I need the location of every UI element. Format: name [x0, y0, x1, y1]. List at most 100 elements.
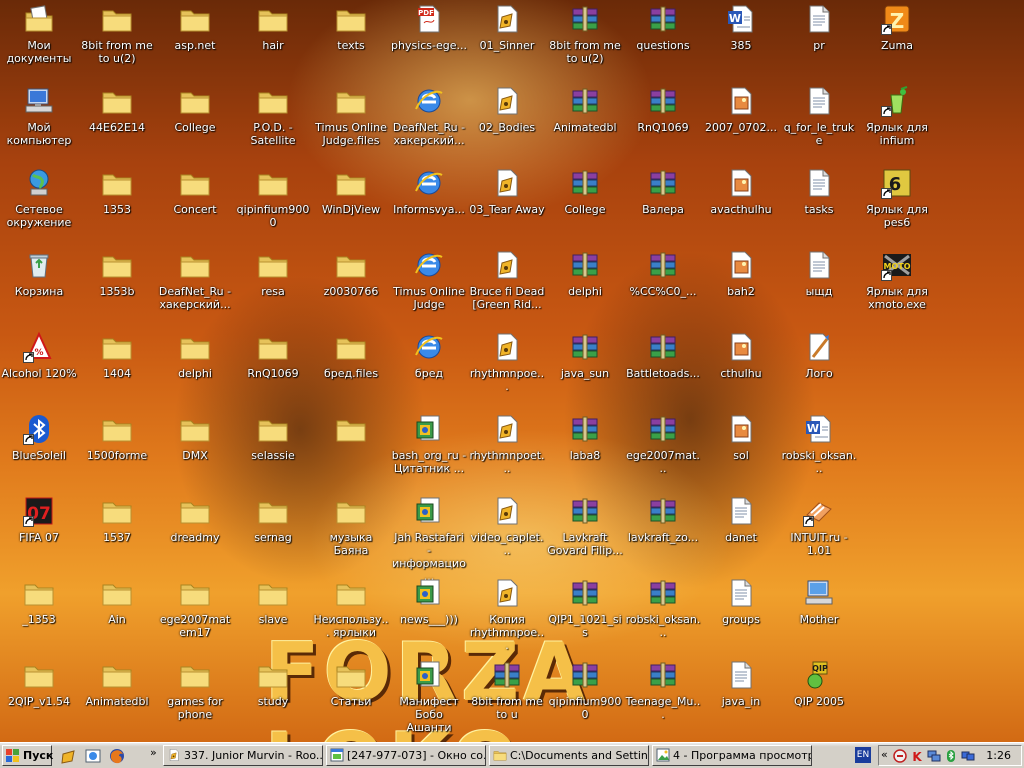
- desktop-icon[interactable]: Battletoads...: [624, 329, 702, 409]
- ie-quick-icon[interactable]: [84, 747, 102, 765]
- task-button[interactable]: C:\Documents and Settin...: [489, 745, 649, 766]
- desktop-icon[interactable]: _1353: [0, 575, 78, 655]
- desktop-icon[interactable]: Teenage_Mu...: [624, 657, 702, 737]
- desktop-icon[interactable]: dreadmy: [156, 493, 234, 573]
- desktop-icon[interactable]: Манифест Бобо Ашанти: [390, 657, 468, 737]
- desktop-icon[interactable]: 8bit from me to u(2): [546, 1, 624, 81]
- desktop-icon[interactable]: Мои документы: [0, 1, 78, 81]
- task-button[interactable]: [247-977-073] - Окно со...: [326, 745, 486, 766]
- desktop-icon[interactable]: robski_oksan...: [624, 575, 702, 655]
- desktop-icon[interactable]: Z Zuma: [858, 1, 936, 81]
- desktop-icon[interactable]: 02_Bodies: [468, 83, 546, 163]
- desktop-icon[interactable]: Лого: [780, 329, 858, 409]
- desktop-icon[interactable]: qipinfium9000: [546, 657, 624, 737]
- desktop-icon[interactable]: %CC%C0_...: [624, 247, 702, 327]
- desktop-icon[interactable]: 1404: [78, 329, 156, 409]
- desktop-icon[interactable]: selassie: [234, 411, 312, 491]
- desktop-icon[interactable]: video_caplet...: [468, 493, 546, 573]
- desktop-icon[interactable]: W 385: [702, 1, 780, 81]
- desktop-icon[interactable]: bash_org_ru - Цитатник ...: [390, 411, 468, 491]
- desktop-icon[interactable]: games for phone: [156, 657, 234, 737]
- network-connection-icon[interactable]: [961, 749, 975, 763]
- desktop-icon[interactable]: 03_Tear Away: [468, 165, 546, 245]
- desktop-icon[interactable]: z0030766: [312, 247, 390, 327]
- desktop-icon[interactable]: QIP QIP 2005: [780, 657, 858, 737]
- quick-launch-more[interactable]: »: [150, 746, 157, 759]
- desktop-icon[interactable]: sol: [702, 411, 780, 491]
- desktop-icon[interactable]: RnQ1069: [234, 329, 312, 409]
- desktop-icon[interactable]: Копия rhythmnpoe...: [468, 575, 546, 655]
- desktop-icon[interactable]: rhythmnpoet...: [468, 411, 546, 491]
- desktop-icon[interactable]: cthulhu: [702, 329, 780, 409]
- desktop-icon[interactable]: asp.net: [156, 1, 234, 81]
- desktop-icon[interactable]: BlueSoleil: [0, 411, 78, 491]
- desktop-icon[interactable]: MOTO Ярлык для xmoto.exe: [858, 247, 936, 327]
- desktop-icon[interactable]: WinDjView: [312, 165, 390, 245]
- language-indicator[interactable]: EN: [855, 747, 871, 763]
- desktop-icon[interactable]: Animatedbl: [546, 83, 624, 163]
- desktop-icon[interactable]: Корзина: [0, 247, 78, 327]
- desktop-icon[interactable]: 1353b: [78, 247, 156, 327]
- desktop-icon[interactable]: 1537: [78, 493, 156, 573]
- task-button[interactable]: 337. Junior Murvin - Roo...: [163, 745, 323, 766]
- desktop-icon[interactable]: delphi: [546, 247, 624, 327]
- desktop-icon[interactable]: RnQ1069: [624, 83, 702, 163]
- kaspersky-icon[interactable]: K: [910, 749, 924, 763]
- desktop-icon[interactable]: 1353: [78, 165, 156, 245]
- desktop-icon[interactable]: DeafNet_Ru - хакерский...: [156, 247, 234, 327]
- firefox-icon[interactable]: [108, 747, 126, 765]
- desktop-icon[interactable]: Wrobski_oksan...: [780, 411, 858, 491]
- desktop-icon[interactable]: музыка Баяна: [312, 493, 390, 573]
- desktop-icon[interactable]: java_sun: [546, 329, 624, 409]
- desktop-icon[interactable]: qipinfium9000: [234, 165, 312, 245]
- start-button[interactable]: Пуск: [2, 745, 53, 766]
- desktop-icon[interactable]: Мой компьютер: [0, 83, 78, 163]
- desktop-icon[interactable]: Ярлык для infium: [858, 83, 936, 163]
- desktop-icon[interactable]: 6 Ярлык для pes6: [858, 165, 936, 245]
- desktop-icon[interactable]: College: [156, 83, 234, 163]
- desktop-icon[interactable]: Timus Online Judge: [390, 247, 468, 327]
- desktop-icon[interactable]: Сетевое окружение: [0, 165, 78, 245]
- desktop-icon[interactable]: Jah Rastafari - информацио...: [390, 493, 468, 583]
- desktop-icon[interactable]: Animatedbl: [78, 657, 156, 737]
- desktop-icon[interactable]: DeafNet_Ru - хакерский...: [390, 83, 468, 163]
- desktop-icon[interactable]: texts: [312, 1, 390, 81]
- desktop-icon[interactable]: INTUIT.ru - 1.01: [780, 493, 858, 573]
- desktop-icon[interactable]: 01_Sinner: [468, 1, 546, 81]
- bluetooth-tray-icon[interactable]: [944, 749, 958, 763]
- desktop-icon[interactable]: Timus Online Judge.files: [312, 83, 390, 163]
- desktop-icon[interactable]: Валера: [624, 165, 702, 245]
- desktop-icon[interactable]: 2007_0702...: [702, 83, 780, 163]
- desktop-icon[interactable]: % Alcohol 120%: [0, 329, 78, 409]
- desktop-icon[interactable]: бред: [390, 329, 468, 409]
- desktop-icon[interactable]: ыщд: [780, 247, 858, 327]
- desktop-icon[interactable]: 2QIP_v1.54: [0, 657, 78, 737]
- desktop-icon[interactable]: Неиспользу... ярлыки: [312, 575, 390, 655]
- tray-expand-button[interactable]: «: [881, 748, 888, 761]
- desktop-icon[interactable]: resa: [234, 247, 312, 327]
- desktop-icon[interactable]: P.O.D. - Satellite: [234, 83, 312, 163]
- desktop-icon[interactable]: 1500forme: [78, 411, 156, 491]
- desktop-icon[interactable]: Concert: [156, 165, 234, 245]
- desktop-icon[interactable]: pr: [780, 1, 858, 81]
- clock[interactable]: 1:26: [986, 749, 1011, 762]
- desktop-icon[interactable]: 8bit from me to u: [468, 657, 546, 737]
- desktop-icon[interactable]: [312, 411, 390, 491]
- media-player-icon[interactable]: [60, 747, 78, 765]
- desktop-icon[interactable]: Informsvya...: [390, 165, 468, 245]
- desktop[interactable]: FORZA LOKO Мои документыМой компьютерСет…: [0, 0, 1024, 742]
- desktop-icon[interactable]: 8bit from me to u(2): [78, 1, 156, 81]
- desktop-icon[interactable]: Статьи: [312, 657, 390, 737]
- desktop-icon[interactable]: DMX: [156, 411, 234, 491]
- desktop-icon[interactable]: laba8: [546, 411, 624, 491]
- desktop-icon[interactable]: bah2: [702, 247, 780, 327]
- desktop-icon[interactable]: avacthulhu: [702, 165, 780, 245]
- desktop-icon[interactable]: Bruce fi Dead [Green Rid...: [468, 247, 546, 327]
- desktop-icon[interactable]: College: [546, 165, 624, 245]
- desktop-icon[interactable]: delphi: [156, 329, 234, 409]
- desktop-icon[interactable]: 44E62E14: [78, 83, 156, 163]
- desktop-icon[interactable]: news___))): [390, 575, 468, 655]
- desktop-icon[interactable]: Mother: [780, 575, 858, 655]
- desktop-icon[interactable]: Ain: [78, 575, 156, 655]
- desktop-icon[interactable]: java_in: [702, 657, 780, 737]
